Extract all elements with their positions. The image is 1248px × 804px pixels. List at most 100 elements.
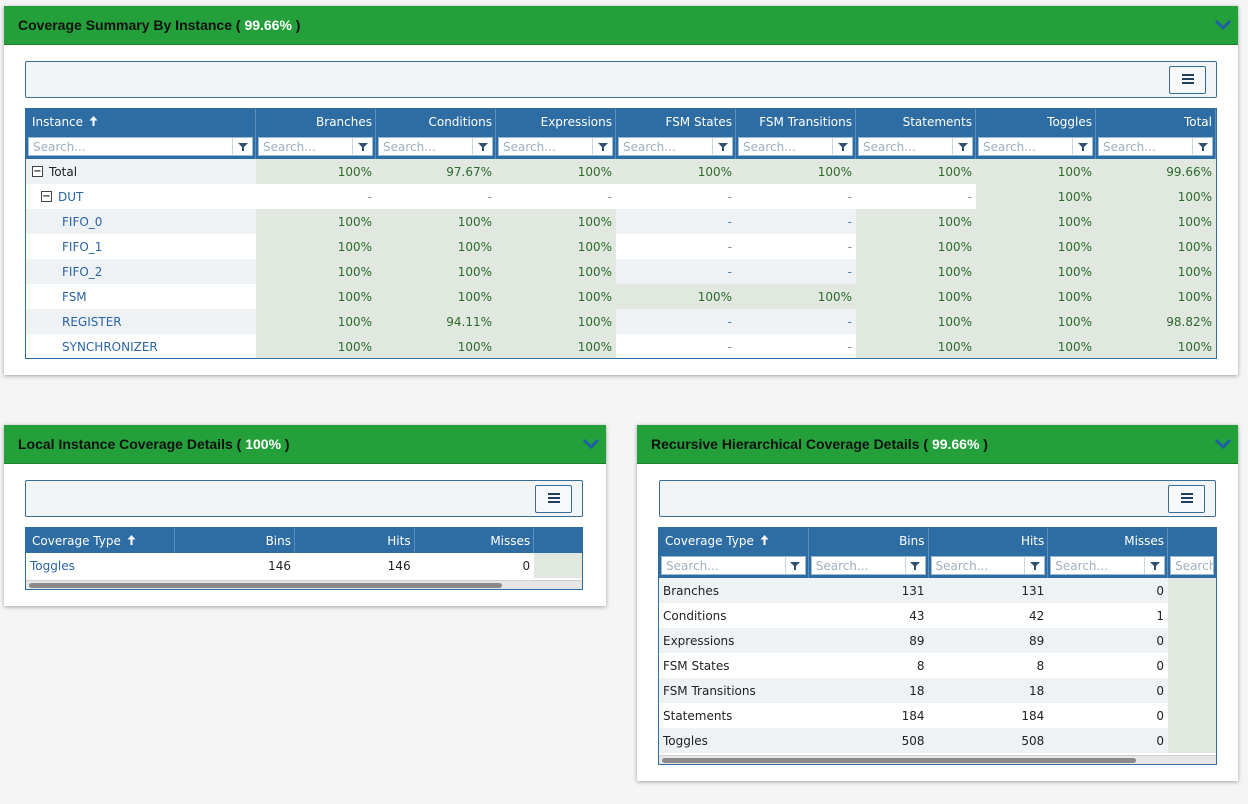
horizontal-scrollbar[interactable] <box>659 755 1216 764</box>
filter-icon[interactable] <box>832 138 852 155</box>
chevron-down-icon[interactable] <box>582 436 600 452</box>
coverage-cell-branches: 100% <box>256 259 376 284</box>
horizontal-scrollbar[interactable] <box>26 580 582 589</box>
coverage-hits-cell: 131 <box>928 578 1049 603</box>
column-header-branches[interactable]: Branches <box>256 109 376 134</box>
tree-collapse-icon[interactable]: − <box>32 166 43 177</box>
instance-link[interactable]: DUT <box>58 190 83 204</box>
search-input-misses[interactable] <box>1051 557 1145 574</box>
coverage-cell-expressions: 100% <box>496 309 616 334</box>
column-header-fsm-transitions[interactable]: FSM Transitions <box>736 109 856 134</box>
column-header-instance[interactable]: Instance <box>26 109 256 134</box>
search-input-toggles[interactable] <box>979 138 1072 155</box>
column-header-hits[interactable]: Hits <box>929 528 1049 553</box>
search-input-coverage-type[interactable] <box>662 557 785 574</box>
column-header-misses[interactable]: Misses <box>1048 528 1169 553</box>
column-header-total[interactable]: Total <box>1096 109 1216 134</box>
recursive-coverage-table: Coverage TypeBinsHitsMisses Branches1311… <box>658 527 1217 765</box>
column-header-label: FSM Transitions <box>759 114 852 129</box>
instance-link[interactable]: FIFO_1 <box>62 240 102 254</box>
coverage-cell-total: 100% <box>1096 259 1216 284</box>
column-header-hits[interactable]: Hits <box>295 528 415 553</box>
coverage-cell-fsm-states: - <box>616 234 736 259</box>
instance-link[interactable]: FIFO_2 <box>62 265 102 279</box>
coverage-summary-header[interactable]: Coverage Summary By Instance ( 99.66% ) <box>4 6 1238 45</box>
column-header-coverage-type[interactable]: Coverage Type <box>659 528 809 553</box>
local-coverage-menu-button[interactable] <box>535 485 572 513</box>
filter-icon[interactable] <box>1072 138 1092 155</box>
coverage-cell-toggles: 100% <box>976 184 1096 209</box>
filter-icon[interactable] <box>1192 138 1212 155</box>
chevron-down-icon[interactable] <box>1214 17 1232 33</box>
sort-ascending-icon[interactable] <box>89 115 98 129</box>
filter-icon[interactable] <box>592 138 612 155</box>
search-input-instance[interactable] <box>29 138 232 155</box>
tree-collapse-icon[interactable]: − <box>41 191 52 202</box>
filter-icon[interactable] <box>904 557 925 574</box>
coverage-cell-toggles: 100% <box>976 209 1096 234</box>
search-input-fsm-states[interactable] <box>619 138 712 155</box>
recursive-coverage-menu-button[interactable] <box>1168 485 1205 513</box>
coverage-type-cell: Conditions <box>659 603 809 628</box>
local-coverage-header[interactable]: Local Instance Coverage Details ( 100% ) <box>4 425 606 464</box>
search-input-fsm-transitions[interactable] <box>739 138 832 155</box>
filter-icon[interactable] <box>472 138 492 155</box>
coverage-cell-statements: 100% <box>856 159 976 184</box>
recursive-coverage-header[interactable]: Recursive Hierarchical Coverage Details … <box>637 425 1238 464</box>
instance-cell[interactable]: REGISTER <box>26 309 256 334</box>
scrollbar-thumb[interactable] <box>29 583 502 588</box>
filter-icon[interactable] <box>952 138 972 155</box>
column-header-statements[interactable]: Statements <box>856 109 976 134</box>
table-row: FIFO_0 100% 100% 100% - -100% 100% 100% <box>26 209 1216 234</box>
filter-icon[interactable] <box>712 138 732 155</box>
search-input-hits[interactable] <box>931 557 1025 574</box>
coverage-type-cell[interactable]: Toggles <box>26 553 176 578</box>
sort-ascending-icon[interactable] <box>760 534 769 548</box>
search-input-expressions[interactable] <box>499 138 592 155</box>
chevron-down-icon[interactable] <box>1214 436 1232 452</box>
instance-name: Total <box>49 164 78 179</box>
column-header-bins[interactable]: Bins <box>809 528 929 553</box>
search-input-branches[interactable] <box>259 138 352 155</box>
instance-cell[interactable]: FIFO_2 <box>26 259 256 284</box>
search-field <box>1170 556 1214 575</box>
coverage-cell-fsm-states: 100% <box>616 159 736 184</box>
table-row: FIFO_1 100% 100% 100% - -100% 100% 100% <box>26 234 1216 259</box>
coverage-type-cell: Toggles <box>659 728 809 753</box>
column-header-fsm-states[interactable]: FSM States <box>616 109 736 134</box>
search-input-extra[interactable] <box>1171 557 1213 574</box>
instance-cell[interactable]: FIFO_1 <box>26 234 256 259</box>
instance-link[interactable]: FIFO_0 <box>62 215 102 229</box>
coverage-summary-menu-button[interactable] <box>1169 66 1206 94</box>
filter-icon[interactable] <box>1024 557 1045 574</box>
coverage-extra-cell <box>1168 653 1216 678</box>
instance-cell[interactable]: − DUT <box>26 184 256 209</box>
column-header-expressions[interactable]: Expressions <box>496 109 616 134</box>
column-header-toggles[interactable]: Toggles <box>976 109 1096 134</box>
search-input-statements[interactable] <box>859 138 952 155</box>
table-row: FSM States 8 8 0 <box>659 653 1216 678</box>
instance-cell[interactable]: FIFO_0 <box>26 209 256 234</box>
search-input-total[interactable] <box>1099 138 1192 155</box>
scrollbar-thumb[interactable] <box>662 758 1136 763</box>
filter-icon[interactable] <box>1144 557 1165 574</box>
sort-ascending-icon[interactable] <box>127 534 136 548</box>
filter-icon[interactable] <box>352 138 372 155</box>
instance-link[interactable]: REGISTER <box>62 315 122 329</box>
column-header-bins[interactable]: Bins <box>175 528 296 553</box>
coverage-cell-conditions: 100% <box>376 234 496 259</box>
column-header-misses[interactable]: Misses <box>415 528 535 553</box>
instance-link[interactable]: FSM <box>62 290 87 304</box>
instance-cell[interactable]: FSM <box>26 284 256 309</box>
search-input-conditions[interactable] <box>379 138 472 155</box>
column-header-conditions[interactable]: Conditions <box>376 109 496 134</box>
filter-icon[interactable] <box>784 557 805 574</box>
instance-link[interactable]: SYNCHRONIZER <box>62 340 158 354</box>
search-input-bins[interactable] <box>811 557 905 574</box>
coverage-cell-fsm-transitions: 100% <box>736 159 856 184</box>
filter-icon[interactable] <box>232 138 252 155</box>
coverage-cell-conditions: 97.67% <box>376 159 496 184</box>
column-header-coverage-type[interactable]: Coverage Type <box>26 528 176 553</box>
instance-cell[interactable]: SYNCHRONIZER <box>26 334 256 358</box>
table-row: FSM 100% 100% 100% 100% 100% 100% 100% 100% <box>26 284 1216 309</box>
